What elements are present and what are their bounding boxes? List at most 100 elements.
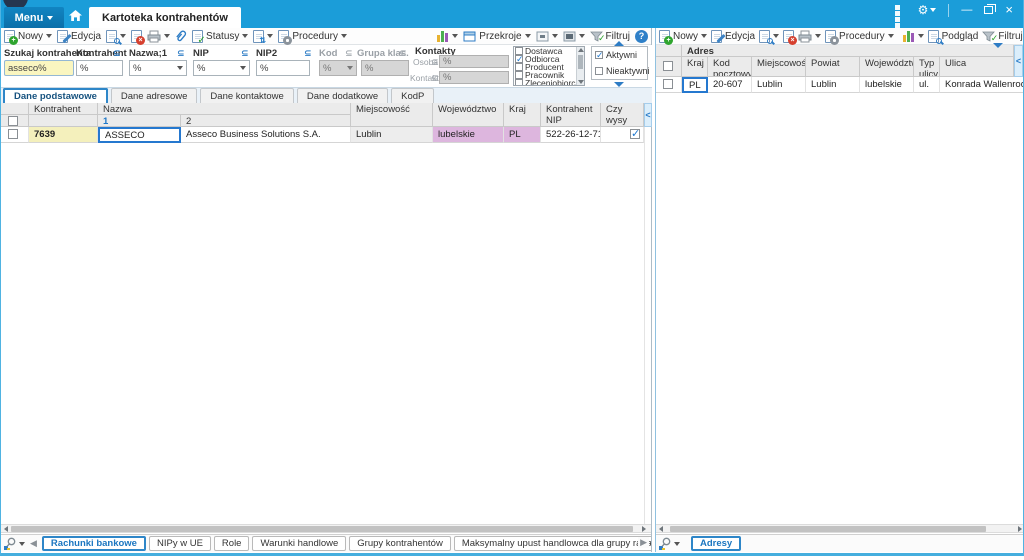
- column-header-typ-ulicy[interactable]: Typ ulicy: [914, 57, 940, 77]
- chart-button[interactable]: [902, 30, 924, 42]
- column-header-wojewodztwo[interactable]: Województwo: [860, 57, 914, 77]
- column-header-kod-pocztowy[interactable]: Kod pocztowy: [708, 57, 752, 77]
- print-button[interactable]: [147, 30, 171, 43]
- collapse-columns-handle[interactable]: <: [1014, 45, 1023, 77]
- transfer-button[interactable]: ⇅: [253, 29, 274, 45]
- tab-dane-adresowe[interactable]: Dane adresowe: [110, 88, 198, 103]
- role-listbox[interactable]: Dostawca Odbiorca Producent Pracownik Zl…: [513, 46, 585, 86]
- subset-operator-icon[interactable]: ⊆: [304, 48, 312, 59]
- cell-nazwa2[interactable]: Asseco Business Solutions S.A.: [181, 127, 351, 143]
- print-button[interactable]: [798, 30, 822, 43]
- layout-option-1-button[interactable]: [536, 31, 558, 42]
- apps-grid-icon[interactable]: [894, 4, 906, 28]
- search-document-button[interactable]: [759, 29, 780, 44]
- subset-operator-icon[interactable]: ⊆: [113, 48, 121, 59]
- attachment-button[interactable]: [175, 29, 187, 43]
- nip2-filter-input[interactable]: [256, 60, 310, 76]
- nip-filter-select[interactable]: %: [193, 60, 250, 76]
- settings-button[interactable]: ⚙: [918, 4, 937, 16]
- cell-ulica[interactable]: Konrada Wallenroda: [940, 77, 1023, 93]
- subset-operator-icon[interactable]: ⊆: [177, 48, 185, 59]
- column-header-nazwa[interactable]: Nazwa: [98, 103, 351, 115]
- column-header-ulica[interactable]: Ulica: [940, 57, 1014, 77]
- cell-kraj[interactable]: PL: [504, 127, 541, 143]
- checkbox[interactable]: [515, 71, 523, 79]
- tab-kodp[interactable]: KodP: [391, 88, 435, 103]
- select-all-checkbox[interactable]: [663, 61, 673, 71]
- scrollbar-thumb[interactable]: [670, 526, 986, 532]
- bottom-tab-adresy[interactable]: Adresy: [691, 536, 742, 551]
- bottom-tab-role[interactable]: Role: [213, 536, 250, 551]
- procedures-button[interactable]: Procedury: [278, 29, 347, 45]
- cell-kod-pocztowy[interactable]: 20-607: [708, 77, 752, 93]
- cell-typ-ulicy[interactable]: ul.: [914, 77, 940, 93]
- bottom-tab-nipy-w-ue[interactable]: NIPy w UE: [148, 536, 211, 551]
- delete-button[interactable]: ×: [783, 29, 798, 45]
- filter-button[interactable]: ✓ Filtruj: [589, 31, 630, 43]
- scroll-left-icon[interactable]: [4, 526, 8, 532]
- inactive-option[interactable]: Nieaktywni: [595, 66, 650, 76]
- column-header-miejscowosc[interactable]: Miejscowość: [351, 103, 433, 127]
- kontrahent-filter-input[interactable]: [76, 60, 123, 76]
- quick-search-button[interactable]: [3, 537, 25, 551]
- bottom-tab-maksymalny-upust[interactable]: Maksymalny upust handlowca dla grupy rab…: [453, 536, 651, 551]
- expand-filter-icon[interactable]: [993, 43, 1003, 48]
- procedures-button[interactable]: Procedury: [825, 29, 894, 45]
- cell-nazwa1-selected[interactable]: ASSECO: [98, 127, 181, 143]
- cell-nip[interactable]: 522-26-12-717: [541, 127, 601, 143]
- tab-kartoteka-kontrahentow[interactable]: Kartoteka kontrahentów: [89, 7, 241, 28]
- tab-dane-dodatkowe[interactable]: Dane dodatkowe: [296, 88, 389, 103]
- column-subheader-1[interactable]: 1: [98, 115, 181, 127]
- search-document-button[interactable]: [106, 29, 127, 44]
- right-horizontal-scrollbar[interactable]: [656, 524, 1023, 533]
- edit-button[interactable]: Edycja: [711, 29, 755, 43]
- scroll-left-icon[interactable]: [659, 526, 663, 532]
- tab-dane-podstawowe[interactable]: Dane podstawowe: [3, 88, 108, 103]
- delete-button[interactable]: ×: [131, 29, 146, 45]
- column-header-kontrahent[interactable]: Kontrahent: [29, 103, 98, 115]
- help-button[interactable]: ?: [635, 29, 648, 43]
- bottom-tab-warunki-handlowe[interactable]: Warunki handlowe: [252, 536, 347, 551]
- minimize-button[interactable]: —: [961, 4, 972, 16]
- subset-operator-icon[interactable]: ⊆: [241, 48, 249, 59]
- column-header-wojewodztwo[interactable]: Województwo: [433, 103, 504, 127]
- przekroje-button[interactable]: Przekroje: [463, 31, 531, 42]
- scroll-down-icon[interactable]: [578, 80, 584, 84]
- new-button[interactable]: + Nowy: [659, 29, 708, 45]
- search-input[interactable]: [4, 60, 74, 76]
- column-header-miejscowosc[interactable]: Miejscowość: [752, 57, 806, 77]
- listbox-scrollbar[interactable]: [576, 47, 584, 85]
- chart-button[interactable]: [436, 30, 459, 42]
- column-group-adres[interactable]: Adres: [682, 45, 1014, 57]
- scrollbar-thumb[interactable]: [578, 55, 583, 69]
- new-button[interactable]: + Nowy: [4, 29, 53, 45]
- scroll-right-icon[interactable]: [642, 526, 646, 532]
- filter-button[interactable]: ✓ Filtruj: [982, 31, 1023, 43]
- layout-option-2-button[interactable]: [563, 31, 585, 42]
- collapse-columns-handle[interactable]: <: [644, 103, 652, 127]
- quick-search-button[interactable]: [658, 537, 680, 551]
- cell-miejscowosc[interactable]: Lublin: [752, 77, 806, 93]
- cell-wojewodztwo[interactable]: lubelskie: [860, 77, 914, 93]
- cell-wojewodztwo[interactable]: lubelskie: [433, 127, 504, 143]
- preview-button[interactable]: Podgląd: [927, 29, 978, 44]
- tab-dane-kontaktowe[interactable]: Dane kontaktowe: [200, 88, 294, 103]
- checkbox[interactable]: [595, 67, 603, 75]
- scroll-up-icon[interactable]: [577, 48, 584, 52]
- tabs-scroll-right[interactable]: ▶: [638, 537, 649, 548]
- close-button[interactable]: ×: [1005, 3, 1013, 16]
- edit-button[interactable]: Edycja: [57, 29, 101, 43]
- checkbox[interactable]: [515, 63, 523, 71]
- column-header-kraj[interactable]: Kraj: [504, 103, 541, 127]
- collapse-filter-icon[interactable]: [614, 41, 624, 46]
- column-header-czy-wezwania[interactable]: Czy wysy wezwanie: [601, 103, 644, 127]
- column-header-powiat[interactable]: Powiat: [806, 57, 860, 77]
- scrollbar-thumb[interactable]: [11, 526, 633, 532]
- bottom-tab-grupy-kontrahentow[interactable]: Grupy kontrahentów: [349, 536, 451, 551]
- bottom-tab-rachunki-bankowe[interactable]: Rachunki bankowe: [41, 536, 146, 551]
- select-all-checkbox[interactable]: [8, 116, 18, 126]
- cell-powiat[interactable]: Lublin: [806, 77, 860, 93]
- row-checkbox[interactable]: [8, 129, 18, 139]
- menu-button[interactable]: Menu: [4, 7, 64, 28]
- scroll-right-icon[interactable]: [1018, 526, 1022, 532]
